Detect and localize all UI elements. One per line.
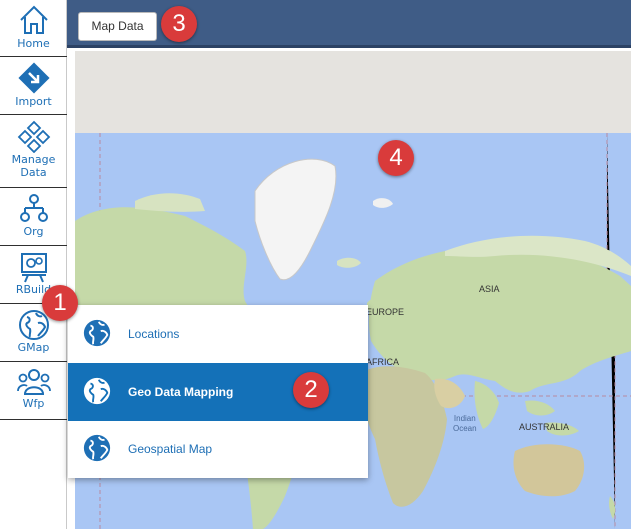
menu-item-locations[interactable]: Locations <box>68 305 368 363</box>
callout-badge-1: 1 <box>42 285 78 321</box>
callout-badge-4: 4 <box>378 140 414 176</box>
sidebar-item-label: Import <box>15 95 52 108</box>
map-data-button[interactable]: Map Data <box>78 12 157 41</box>
people-icon <box>16 369 51 395</box>
home-icon <box>19 5 48 34</box>
import-icon <box>17 62 50 94</box>
map-label-europe: EUROPE <box>366 307 405 317</box>
sidebar-item-label: GMap <box>17 341 50 354</box>
sidebar-item-label: Org <box>23 225 44 238</box>
sidebar-item-wfp[interactable]: Wfp <box>0 362 67 420</box>
menu-item-label: Geospatial Map <box>128 442 213 456</box>
callout-badge-3: 3 <box>161 6 197 42</box>
sidebar-item-home[interactable]: Home <box>0 0 67 57</box>
globe-icon <box>83 434 111 462</box>
menu-item-label: Locations <box>128 327 180 341</box>
map-label-asia: ASIA <box>479 284 500 294</box>
manage-data-icon <box>17 120 50 153</box>
map-label-indian-ocean: Indian Ocean <box>453 414 477 433</box>
sidebar: Home Import Manage Data Org RBuild GMap … <box>0 0 67 529</box>
menu-item-geospatial-map[interactable]: Geospatial Map <box>68 420 368 478</box>
sidebar-item-label: Home <box>17 37 50 50</box>
globe-icon <box>83 377 111 405</box>
top-bar: Map Data <box>67 0 631 48</box>
globe-icon <box>83 319 111 347</box>
menu-item-label: Geo Data Mapping <box>128 385 234 399</box>
map-label-africa: AFRICA <box>366 357 400 367</box>
org-chart-icon <box>19 194 48 222</box>
map-label-australia: AUSTRALIA <box>519 422 570 432</box>
sidebar-item-org[interactable]: Org <box>0 188 67 246</box>
sidebar-item-label: Wfp <box>22 397 45 410</box>
rbuild-icon <box>20 253 47 283</box>
sidebar-item-import[interactable]: Import <box>0 57 67 115</box>
sidebar-item-label: Manage Data <box>11 153 56 179</box>
sidebar-item-manage-data[interactable]: Manage Data <box>0 115 67 188</box>
callout-badge-2: 2 <box>293 372 329 408</box>
